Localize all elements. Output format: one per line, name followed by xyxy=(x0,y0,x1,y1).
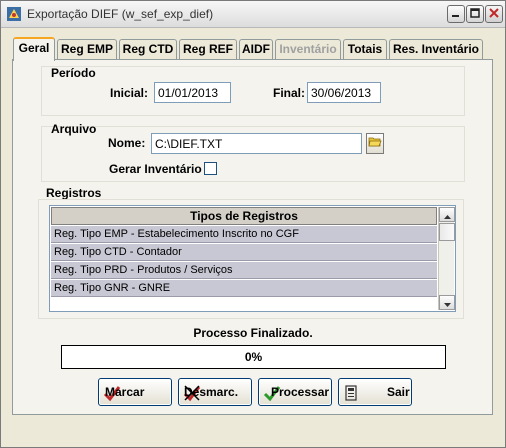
periodo-group-label: Período xyxy=(51,66,96,80)
arrow-down-icon xyxy=(443,296,451,310)
folder-open-icon xyxy=(368,136,382,151)
tab-label: Inventário xyxy=(279,42,337,56)
tab-label: Reg EMP xyxy=(60,42,113,56)
registros-group-label: Registros xyxy=(46,186,102,200)
final-date-input[interactable] xyxy=(307,82,381,103)
minimize-button[interactable] xyxy=(447,5,465,23)
tab-label: Totais xyxy=(347,42,383,56)
gerar-inventario-label: Gerar Inventário xyxy=(109,162,202,176)
marcar-button[interactable]: Marcar xyxy=(98,378,172,406)
registros-list[interactable]: Tipos de Registros Reg. Tipo EMP - Estab… xyxy=(49,205,456,312)
list-item[interactable]: Reg. Tipo EMP - Estabelecimento Inscrito… xyxy=(51,226,437,243)
tab-label: Reg REF xyxy=(182,42,233,56)
tab-label: AIDF xyxy=(242,42,270,56)
close-button[interactable] xyxy=(485,5,503,23)
desmarcar-button-label: Desmarc. xyxy=(184,385,239,399)
marcar-button-label: Marcar xyxy=(105,385,145,399)
sair-button-label: Sair xyxy=(387,385,410,399)
list-item[interactable]: Reg. Tipo CTD - Contador xyxy=(51,244,437,261)
tab-reg-emp[interactable]: Reg EMP xyxy=(57,39,117,60)
arrow-up-icon xyxy=(443,208,451,222)
title-bar: Exportação DIEF (w_sef_exp_dief) xyxy=(1,1,505,28)
window-title: Exportação DIEF (w_sef_exp_dief) xyxy=(27,7,214,21)
inicial-label: Inicial: xyxy=(110,86,149,100)
tab-aidf[interactable]: AIDF xyxy=(239,39,273,60)
maximize-icon xyxy=(470,7,480,21)
desmarcar-button[interactable]: Desmarc. xyxy=(178,378,252,406)
maximize-button[interactable] xyxy=(466,5,484,23)
scroll-thumb[interactable] xyxy=(439,223,455,241)
status-text: Processo Finalizado. xyxy=(193,326,313,340)
nome-label: Nome: xyxy=(108,136,146,150)
file-name-input[interactable] xyxy=(151,133,362,154)
tab-inventario: Inventário xyxy=(275,39,341,60)
exit-door-icon xyxy=(343,384,361,402)
progress-bar: 0% xyxy=(61,345,446,369)
arquivo-group-label: Arquivo xyxy=(51,122,97,136)
tab-reg-ref[interactable]: Reg REF xyxy=(179,39,237,60)
minimize-icon xyxy=(451,7,461,21)
gerar-inventario-checkbox[interactable] xyxy=(204,162,217,175)
tab-label: Geral xyxy=(18,41,50,55)
tab-label: Res. Inventário xyxy=(392,42,480,56)
tab-label: Reg CTD xyxy=(122,42,174,56)
app-icon xyxy=(6,6,22,22)
tab-reg-ctd[interactable]: Reg CTD xyxy=(119,39,177,60)
processar-button-label: Processar xyxy=(271,385,330,399)
tab-geral[interactable]: Geral xyxy=(13,37,55,61)
scroll-down-button[interactable] xyxy=(439,295,455,310)
tab-totais[interactable]: Totais xyxy=(343,39,387,60)
final-label: Final: xyxy=(273,86,305,100)
processar-button[interactable]: Processar xyxy=(258,378,332,406)
progress-label: 0% xyxy=(244,350,263,364)
close-icon xyxy=(489,7,499,21)
tab-res-inventario[interactable]: Res. Inventário xyxy=(389,39,483,60)
browse-file-button[interactable] xyxy=(366,133,384,154)
list-item[interactable]: Reg. Tipo PRD - Produtos / Serviços xyxy=(51,262,437,279)
scroll-up-button[interactable] xyxy=(439,207,455,222)
column-header-tipos-de-registros[interactable]: Tipos de Registros xyxy=(51,207,437,225)
sair-button[interactable]: Sair xyxy=(338,378,412,406)
list-item[interactable]: Reg. Tipo GNR - GNRE xyxy=(51,280,437,297)
inicial-date-input[interactable] xyxy=(154,82,231,103)
list-scrollbar[interactable] xyxy=(438,207,455,310)
periodo-group xyxy=(41,66,465,116)
